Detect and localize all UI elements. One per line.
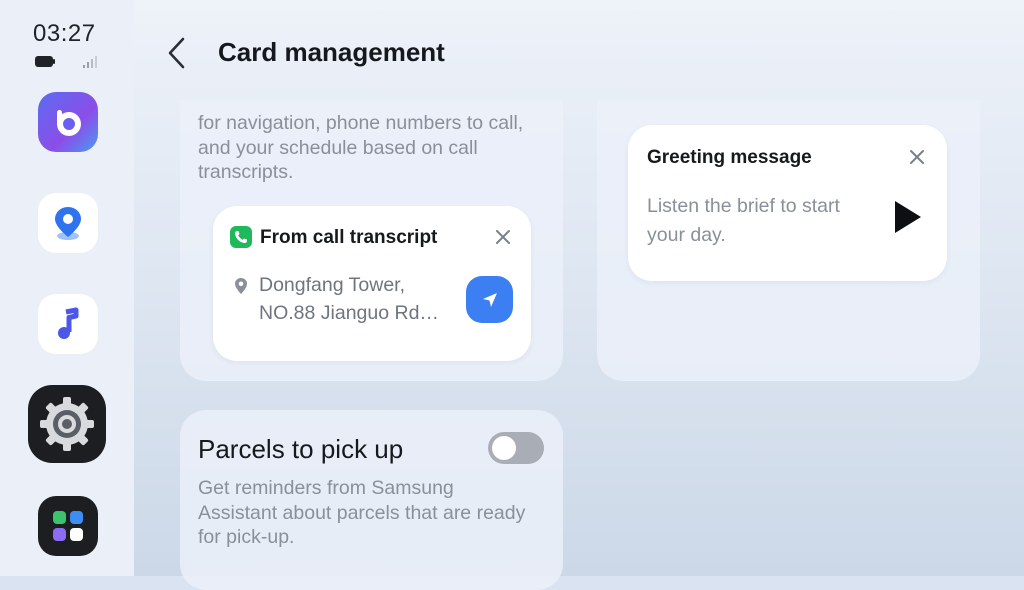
address-line-1: Dongfang Tower,	[259, 274, 405, 296]
close-icon[interactable]	[494, 228, 512, 246]
greeting-message-card[interactable]: Greeting message Listen the brief to sta…	[628, 125, 947, 281]
page-title: Card management	[218, 37, 445, 67]
greeting-message-title: Greeting message	[647, 147, 812, 168]
music-note-icon[interactable]	[38, 294, 98, 354]
parcels-panel: Parcels to pick up Get reminders from Sa…	[180, 410, 563, 590]
back-chevron-icon[interactable]	[164, 36, 190, 70]
greeting-panel: Greeting message Listen the brief to sta…	[597, 100, 980, 381]
toggle-knob	[492, 436, 516, 460]
status-time: 03:27	[33, 20, 96, 47]
play-icon[interactable]	[892, 199, 924, 235]
app-grid-icon[interactable]	[38, 496, 98, 556]
location-suggestion-panel: for navigation, phone numbers to call, a…	[180, 100, 563, 381]
call-transcript-title: From call transcript	[260, 227, 438, 248]
parcels-description: Get reminders from Samsung Assistant abo…	[198, 477, 526, 548]
battery-icon	[35, 56, 55, 67]
navigate-button[interactable]	[466, 276, 513, 323]
parcels-title: Parcels to pick up	[198, 434, 404, 464]
address-line-2: NO.88 Jianguo Rd…	[259, 302, 439, 324]
phone-call-icon	[230, 226, 252, 248]
greeting-message-body: Listen the brief to start your day.	[647, 195, 840, 246]
signal-icon	[83, 56, 97, 68]
sidebar-dock: 03:27	[0, 0, 134, 576]
location-pin-icon	[235, 278, 247, 294]
bixby-icon[interactable]	[38, 92, 98, 152]
parcels-toggle[interactable]	[488, 432, 544, 464]
gear-icon[interactable]	[28, 385, 106, 463]
location-panel-description: for navigation, phone numbers to call, a…	[198, 112, 524, 183]
map-pin-icon[interactable]	[38, 193, 98, 253]
close-icon[interactable]	[908, 148, 926, 166]
call-transcript-card[interactable]: From call transcript Dongfang Tower, NO.…	[213, 206, 531, 361]
navigation-arrow-icon	[482, 292, 497, 307]
